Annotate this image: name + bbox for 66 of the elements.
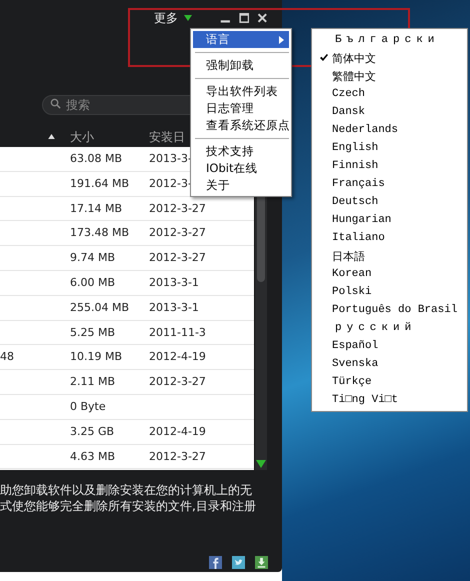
table-cell: 255.04 MB: [70, 300, 130, 314]
menu-item[interactable]: 语言: [193, 31, 289, 48]
language-item[interactable]: Español: [312, 337, 467, 355]
language-item[interactable]: Italiano: [312, 229, 467, 247]
menu-item[interactable]: 技术支持: [193, 143, 289, 160]
language-item[interactable]: Deutsch: [312, 193, 467, 211]
submenu-arrow-icon: [279, 36, 284, 44]
table-cell: 10.19 MB: [70, 350, 122, 364]
language-item[interactable]: 简体中文: [312, 49, 467, 67]
description-text: 式使您能够完全删除所有安装的文件,目录和注册: [0, 498, 257, 514]
language-item[interactable]: Ti□ng Vi□t: [312, 391, 467, 409]
download-icon[interactable]: [255, 556, 268, 569]
column-header[interactable]: 大小: [70, 129, 94, 146]
table-cell: 2012-3-: [149, 176, 192, 190]
table-cell: 2011-11-3: [149, 326, 206, 339]
menu-item[interactable]: IObit在线: [193, 160, 289, 177]
caret-icon: [184, 15, 192, 21]
language-item[interactable]: Türkçe: [312, 373, 467, 391]
maximize-icon[interactable]: [238, 11, 250, 25]
table-cell: 3.25 GB: [70, 424, 114, 438]
language-item[interactable]: Hungarian: [312, 211, 467, 229]
language-item[interactable]: Français: [312, 175, 467, 193]
table-cell: 63.08 MB: [70, 152, 122, 165]
table-cell: 2012-3-27: [149, 251, 206, 264]
language-item[interactable]: 繁體中文: [312, 67, 467, 85]
table-cell: 191.64 MB: [70, 176, 130, 190]
table-cell: 48: [0, 350, 14, 364]
table-cell: 173.48 MB: [70, 226, 130, 240]
facebook-icon[interactable]: [209, 556, 222, 569]
table-cell: 0 Byte: [70, 400, 106, 413]
menu-item[interactable]: 强制卸载: [193, 57, 289, 74]
table-cell: 2013-3-1: [149, 300, 199, 314]
language-item[interactable]: 日本語: [312, 247, 467, 265]
table-cell: 2013-3-1: [149, 276, 199, 289]
table-cell: 6.00 MB: [70, 276, 116, 289]
description-text: 助您卸载软件以及删除安装在您的计算机上的无: [0, 482, 253, 498]
language-item[interactable]: Dansk: [312, 103, 467, 121]
table-cell: 5.25 MB: [70, 326, 116, 339]
language-item[interactable]: Polski: [312, 283, 467, 301]
language-item[interactable]: Korean: [312, 265, 467, 283]
table-cell: 2013-3-: [149, 152, 192, 165]
language-item[interactable]: Português do Brasil: [312, 301, 467, 319]
table-cell: 2012-3-27: [149, 450, 206, 463]
menu-item[interactable]: 查看系统还原点: [193, 117, 289, 134]
language-item[interactable]: Nederlands: [312, 121, 467, 139]
language-item[interactable]: русский: [312, 319, 467, 337]
language-item[interactable]: Svenska: [312, 355, 467, 373]
table-cell: 4.63 MB: [70, 450, 116, 463]
language-item[interactable]: Finnish: [312, 157, 467, 175]
table-cell: 9.74 MB: [70, 251, 116, 264]
table-cell: 2012-4-19: [149, 350, 206, 364]
table-cell: 2012-3-27: [149, 226, 206, 240]
language-item[interactable]: Czech: [312, 85, 467, 103]
table-cell: 2.11 MB: [70, 375, 116, 388]
table-cell: 2012-3-27: [149, 202, 206, 215]
menu-item[interactable]: 关于: [193, 177, 289, 194]
scroll-down-icon[interactable]: [256, 460, 266, 468]
column-header[interactable]: 安装日: [149, 129, 185, 146]
more-menu-button[interactable]: 更多: [150, 10, 212, 26]
table-cell: 2012-3-27: [149, 375, 206, 388]
table-cell: 17.14 MB: [70, 202, 122, 215]
close-icon[interactable]: [257, 11, 268, 25]
language-item[interactable]: English: [312, 139, 467, 157]
sort-arrow-icon: [48, 134, 55, 139]
language-item[interactable]: Български: [312, 31, 467, 49]
table-cell: 2012-4-19: [149, 424, 206, 438]
